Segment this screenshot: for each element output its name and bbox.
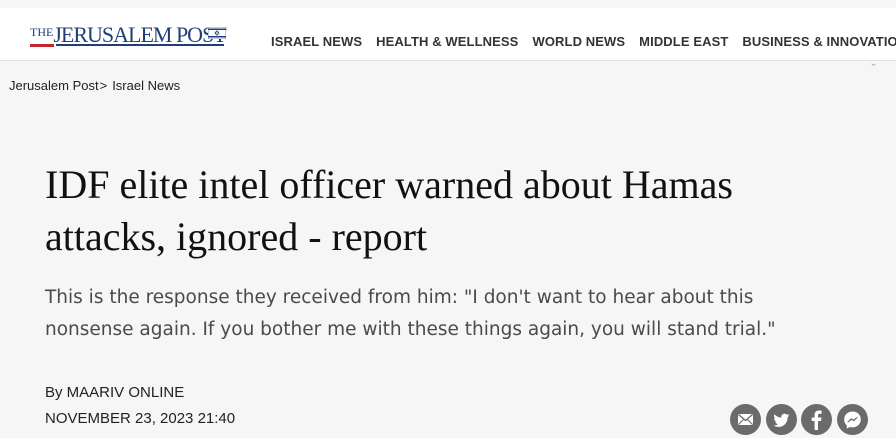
share-email-button[interactable] — [730, 404, 761, 435]
share-messenger-button[interactable] — [837, 404, 868, 435]
nav-health-wellness[interactable]: HEALTH & WELLNESS — [376, 34, 518, 49]
article-subtitle: This is the response they received from … — [45, 287, 776, 340]
site-logo[interactable]: THEJERUSALEM POST — [30, 22, 227, 48]
site-header: THEJERUSALEM POST ISRAEL NEWS HEALTH & W… — [0, 8, 896, 66]
nav-business-innovation[interactable]: BUSINESS & INNOVATION — [742, 34, 896, 49]
breadcrumb: Jerusalem Post> Israel News — [9, 78, 180, 93]
top-strip — [0, 0, 896, 8]
breadcrumb-separator: > — [99, 78, 108, 93]
breadcrumb-home[interactable]: Jerusalem Post — [9, 78, 99, 93]
israel-flag-icon — [208, 27, 226, 39]
share-facebook-button[interactable] — [801, 404, 832, 435]
nav-scroll-chevron-icon[interactable]: › — [868, 63, 879, 66]
article-headline: IDF elite intel officer warned about Ham… — [45, 162, 733, 259]
messenger-icon — [844, 411, 861, 429]
twitter-icon — [773, 413, 790, 427]
breadcrumb-section[interactable]: Israel News — [112, 78, 180, 93]
main-nav: ISRAEL NEWS HEALTH & WELLNESS WORLD NEWS… — [271, 34, 896, 49]
logo-red-rule — [30, 44, 54, 47]
nav-israel-news[interactable]: ISRAEL NEWS — [271, 34, 362, 49]
nav-world-news[interactable]: WORLD NEWS — [532, 34, 625, 49]
logo-the: THE — [30, 25, 54, 39]
article-date: NOVEMBER 23, 2023 21:40 — [45, 410, 236, 427]
logo-blue-rule — [56, 44, 224, 46]
nav-middle-east[interactable]: MIDDLE EAST — [639, 34, 728, 49]
article-byline: By MAARIV ONLINE — [45, 384, 185, 401]
share-twitter-button[interactable] — [766, 404, 797, 435]
facebook-icon — [811, 410, 822, 430]
email-icon — [738, 413, 753, 425]
